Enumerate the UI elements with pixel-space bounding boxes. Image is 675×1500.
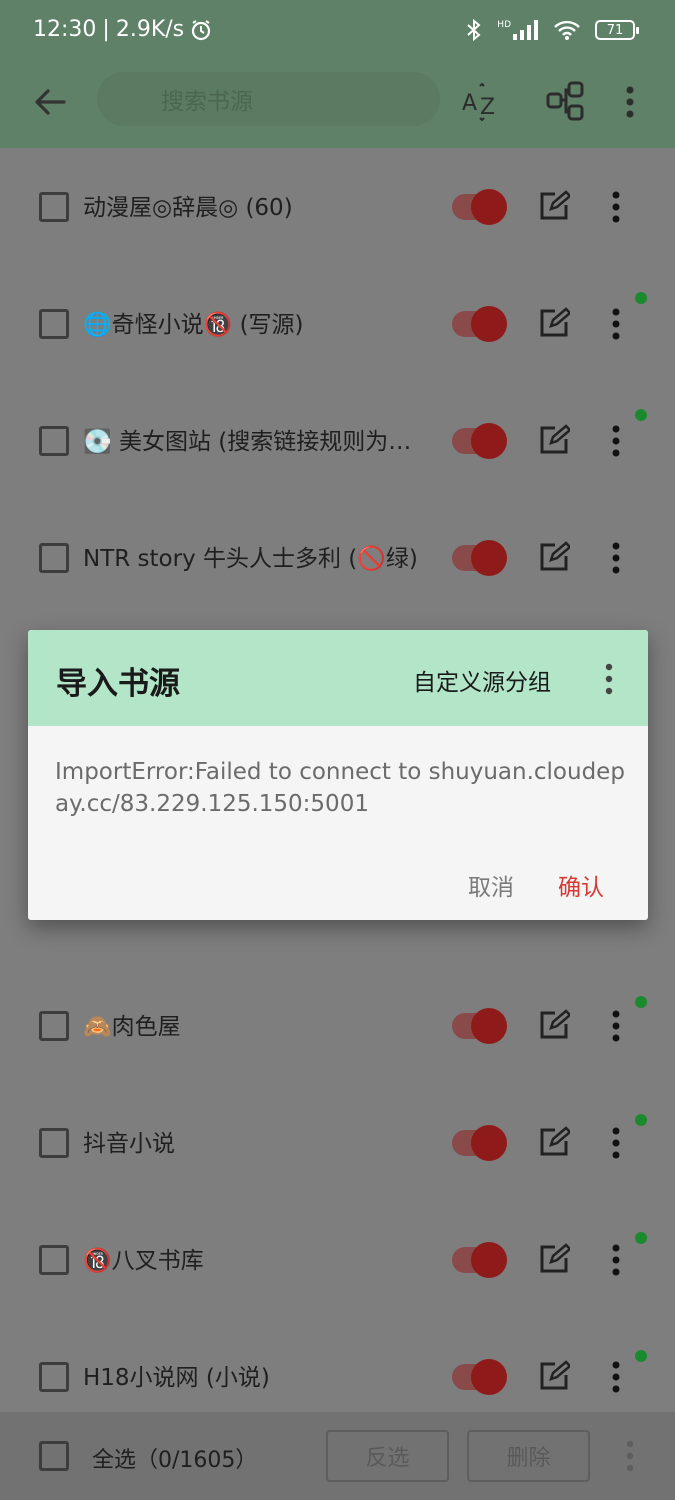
bottom-action-bar: 全选（0/1605） 反选 删除 <box>0 1412 675 1500</box>
row-menu-icon[interactable] <box>606 1126 626 1160</box>
edit-icon[interactable] <box>538 1360 570 1392</box>
row-checkbox[interactable] <box>39 192 69 222</box>
cancel-button[interactable]: 取消 <box>468 868 514 902</box>
row-menu-icon[interactable] <box>606 1009 626 1043</box>
enable-switch[interactable] <box>452 1125 507 1161</box>
source-name: 🙈肉色屋 <box>83 1014 181 1040</box>
back-arrow-icon[interactable] <box>30 82 70 122</box>
source-row[interactable]: 动漫屋◎辞晨◎ (60) <box>0 148 675 265</box>
search-input[interactable]: 搜索书源 <box>97 72 440 126</box>
row-menu-icon[interactable] <box>606 190 626 224</box>
source-row[interactable]: 抖音小说 <box>0 1084 675 1201</box>
edit-icon[interactable] <box>538 1009 570 1041</box>
row-checkbox[interactable] <box>39 1362 69 1392</box>
edit-icon[interactable] <box>538 1126 570 1158</box>
signal-icon <box>513 20 538 40</box>
battery-icon: 71 <box>595 20 639 40</box>
enable-switch[interactable] <box>452 306 507 342</box>
enable-switch[interactable] <box>452 423 507 459</box>
row-checkbox[interactable] <box>39 1128 69 1158</box>
source-name: H18小说网 (小说) <box>83 1365 270 1391</box>
overflow-menu-icon[interactable] <box>620 80 640 124</box>
row-menu-icon[interactable] <box>606 1360 626 1394</box>
source-name: NTR story 牛头人士多利 (🚫绿) <box>83 546 418 572</box>
svg-text:Z: Z <box>480 95 495 120</box>
dialog-header: 导入书源 自定义源分组 <box>28 630 648 726</box>
update-dot <box>635 1350 647 1362</box>
source-row[interactable]: 🔞八叉书库 <box>0 1201 675 1318</box>
row-menu-icon[interactable] <box>606 424 626 458</box>
import-source-dialog: 导入书源 自定义源分组 ImportError:Failed to connec… <box>28 630 648 920</box>
row-checkbox[interactable] <box>39 426 69 456</box>
edit-icon[interactable] <box>538 190 570 222</box>
enable-switch[interactable] <box>452 1242 507 1278</box>
svg-text:A: A <box>462 91 477 116</box>
source-name: 抖音小说 <box>83 1131 175 1157</box>
enable-switch[interactable] <box>452 540 507 576</box>
source-row[interactable]: 🌐奇怪小说🔞 (写源) <box>0 265 675 382</box>
update-dot <box>635 1114 647 1126</box>
source-row[interactable]: NTR story 牛头人士多利 (🚫绿) <box>0 499 675 616</box>
update-dot <box>635 292 647 304</box>
delete-button[interactable]: 删除 <box>467 1430 590 1482</box>
source-name: 🌐奇怪小说🔞 (写源) <box>83 312 304 338</box>
wifi-icon <box>554 20 580 40</box>
row-checkbox[interactable] <box>39 1245 69 1275</box>
row-menu-icon[interactable] <box>606 1243 626 1277</box>
network-type-label: HD <box>497 20 511 30</box>
dialog-menu-icon[interactable] <box>600 662 618 696</box>
source-row[interactable]: 💽 美女图站 (搜索链接规则为… <box>0 382 675 499</box>
source-row[interactable]: 🙈肉色屋 <box>0 967 675 1084</box>
confirm-button[interactable]: 确认 <box>558 868 604 902</box>
status-bar: 12:30 | 2.9K/s HD 71 <box>0 0 675 62</box>
toolbar: 搜索书源 A Z <box>0 62 675 148</box>
select-all-checkbox[interactable] <box>39 1441 69 1471</box>
row-menu-icon[interactable] <box>606 541 626 575</box>
update-dot <box>635 996 647 1008</box>
invert-selection-button[interactable]: 反选 <box>326 1430 449 1482</box>
update-dot <box>635 1232 647 1244</box>
source-name: 动漫屋◎辞晨◎ (60) <box>83 195 293 221</box>
row-checkbox[interactable] <box>39 1011 69 1041</box>
edit-icon[interactable] <box>538 307 570 339</box>
bluetooth-icon <box>467 18 481 42</box>
error-message: ImportError:Failed to connect to shuyuan… <box>55 759 625 817</box>
row-checkbox[interactable] <box>39 543 69 573</box>
search-placeholder: 搜索书源 <box>161 89 253 115</box>
custom-group-button[interactable]: 自定义源分组 <box>413 663 551 697</box>
source-name: 🔞八叉书库 <box>83 1248 204 1274</box>
enable-switch[interactable] <box>452 1008 507 1044</box>
source-name: 💽 美女图站 (搜索链接规则为… <box>83 429 412 455</box>
enable-switch[interactable] <box>452 189 507 225</box>
group-icon[interactable] <box>545 80 589 124</box>
edit-icon[interactable] <box>538 424 570 456</box>
select-all-label[interactable]: 全选（0/1605） <box>92 1442 257 1474</box>
row-menu-icon[interactable] <box>606 307 626 341</box>
network-speed: 2.9K/s <box>115 17 185 42</box>
edit-icon[interactable] <box>538 541 570 573</box>
update-dot <box>635 409 647 421</box>
row-checkbox[interactable] <box>39 309 69 339</box>
status-time: 12:30 <box>33 17 97 42</box>
dialog-title: 导入书源 <box>56 666 180 702</box>
az-sort-icon[interactable]: A Z <box>460 80 504 124</box>
enable-switch[interactable] <box>452 1359 507 1395</box>
bottom-menu-icon[interactable] <box>622 1439 638 1473</box>
edit-icon[interactable] <box>538 1243 570 1275</box>
alarm-icon <box>192 19 211 40</box>
